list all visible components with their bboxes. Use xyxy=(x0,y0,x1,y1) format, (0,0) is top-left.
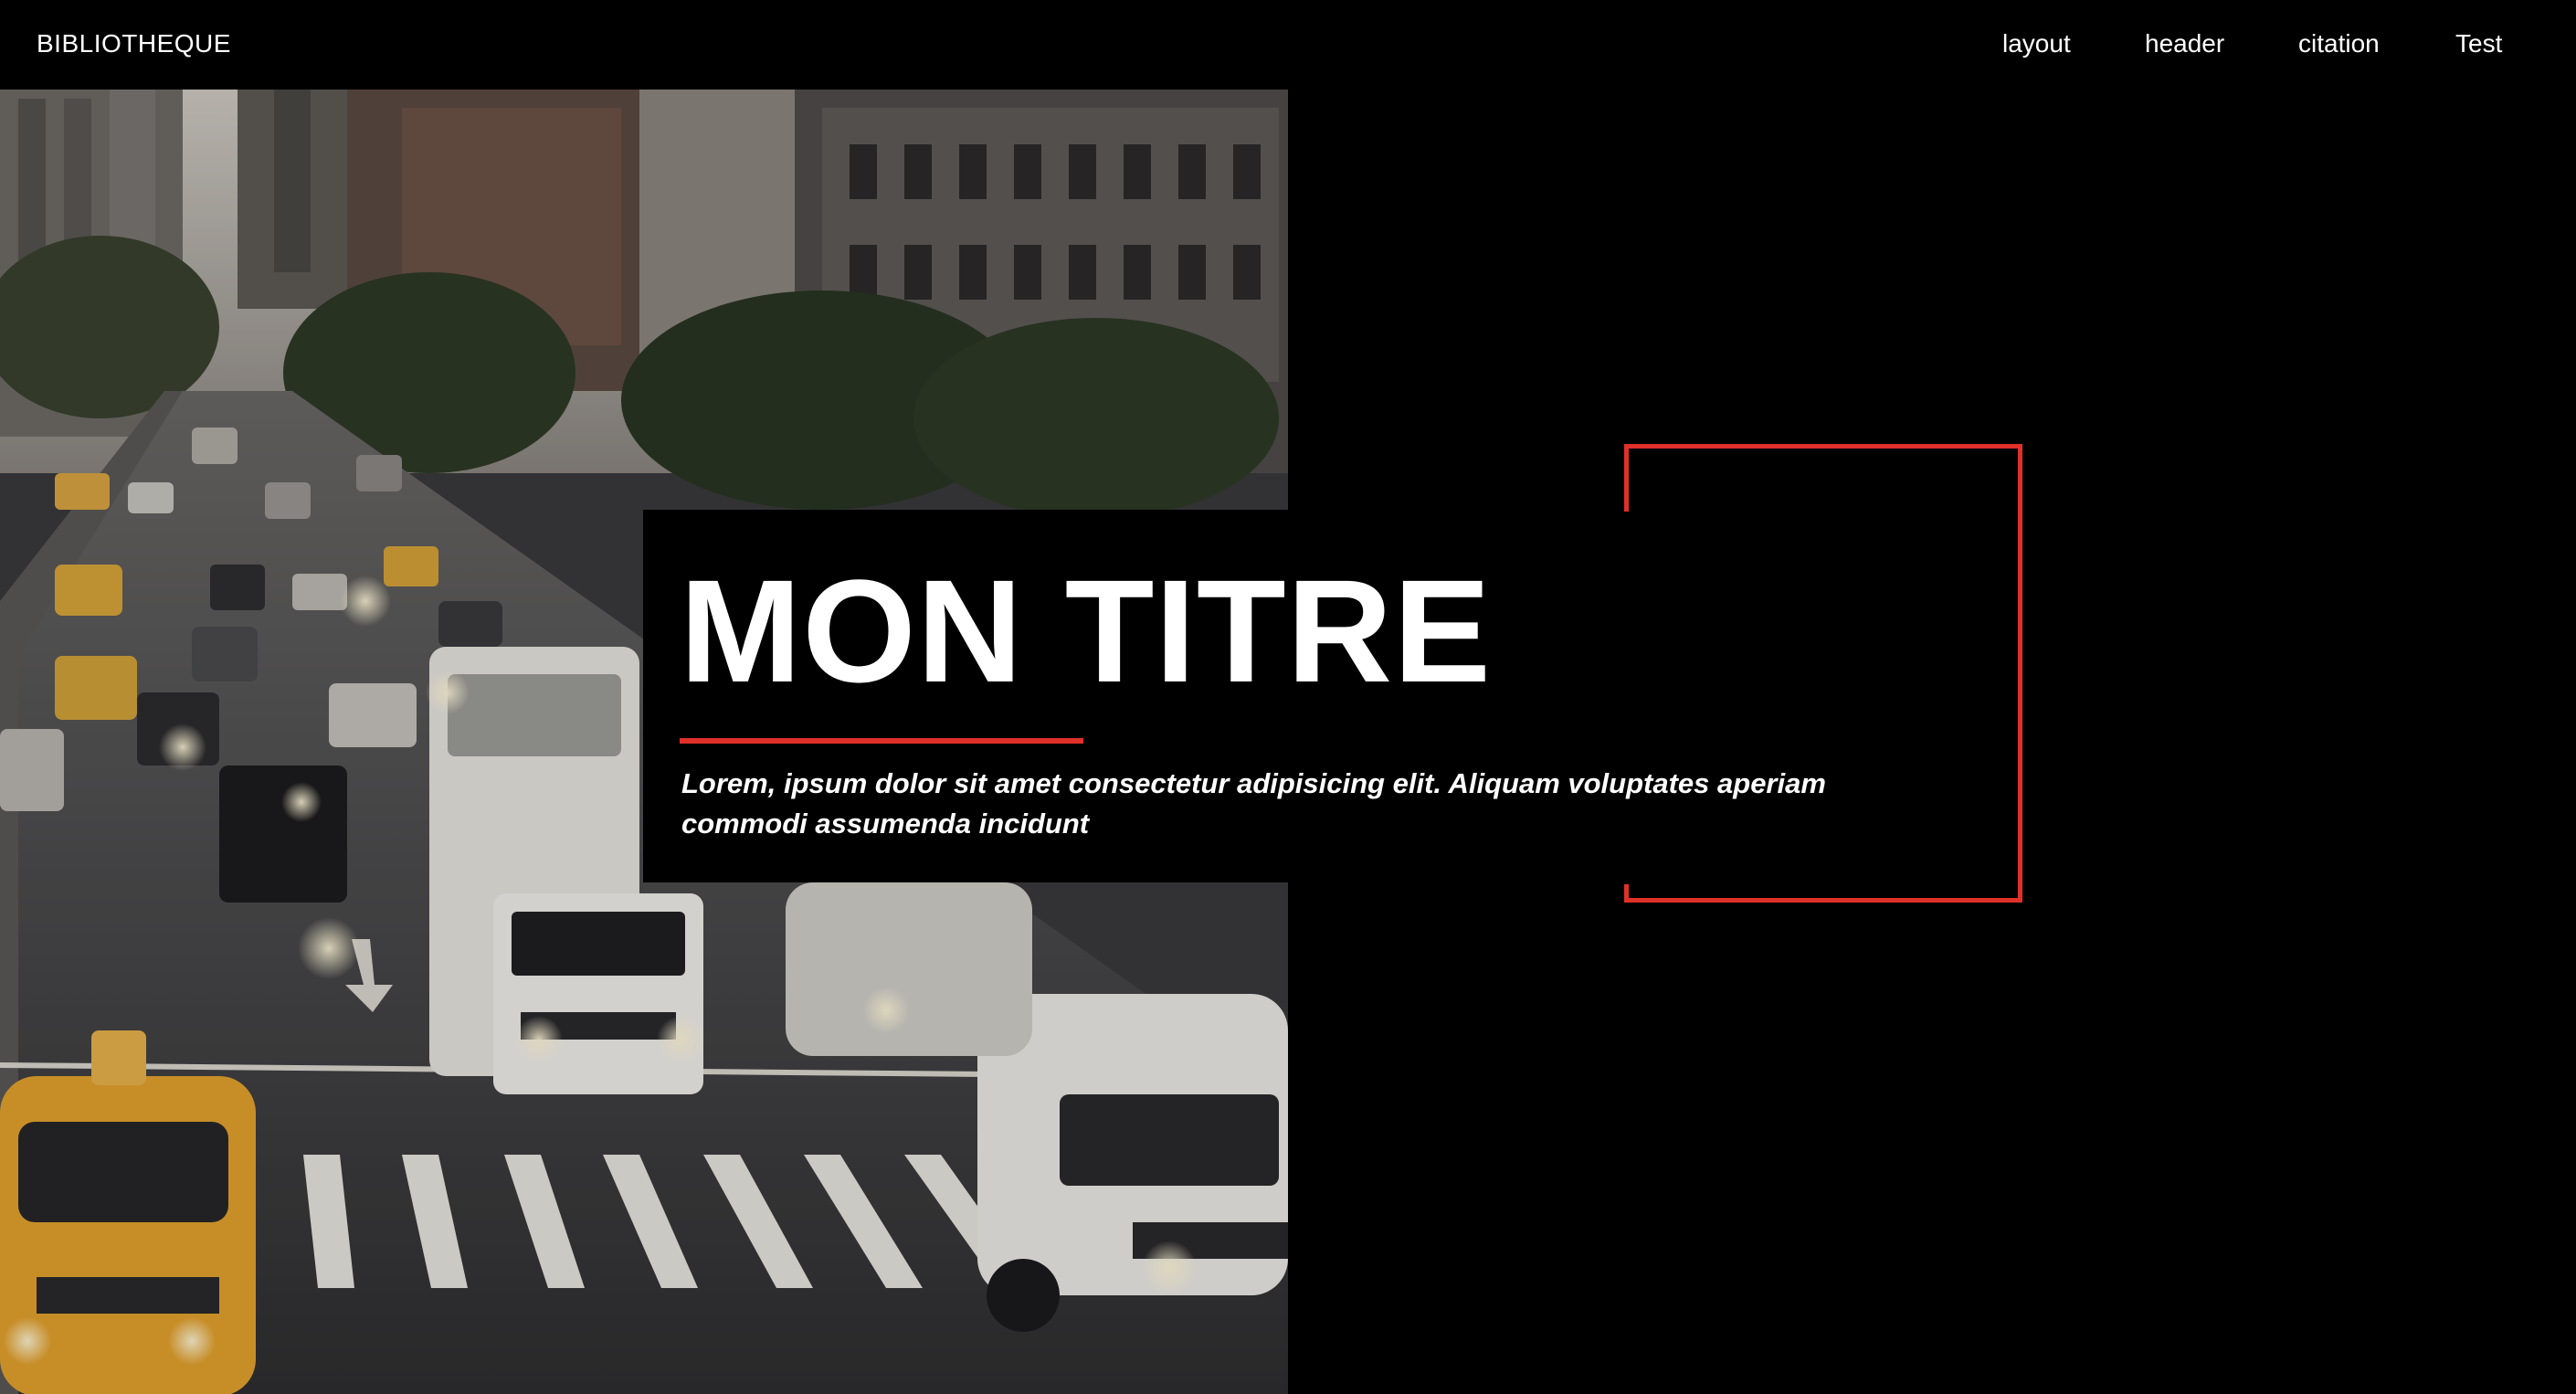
main-nav: layout header citation Test xyxy=(0,27,2576,64)
nav-link-header[interactable]: header xyxy=(2145,27,2224,60)
top-navbar: BIBLIOTHEQUE layout header citation Test xyxy=(0,0,2576,90)
nav-link-citation[interactable]: citation xyxy=(2298,27,2380,60)
lead-text: Lorem, ipsum dolor sit amet consectetur … xyxy=(681,767,1826,840)
nav-link-layout[interactable]: layout xyxy=(2002,27,2071,60)
nav-link-test[interactable]: Test xyxy=(2455,27,2502,60)
page-title: MON TITRE xyxy=(680,549,1492,713)
title-underline xyxy=(680,738,1083,744)
